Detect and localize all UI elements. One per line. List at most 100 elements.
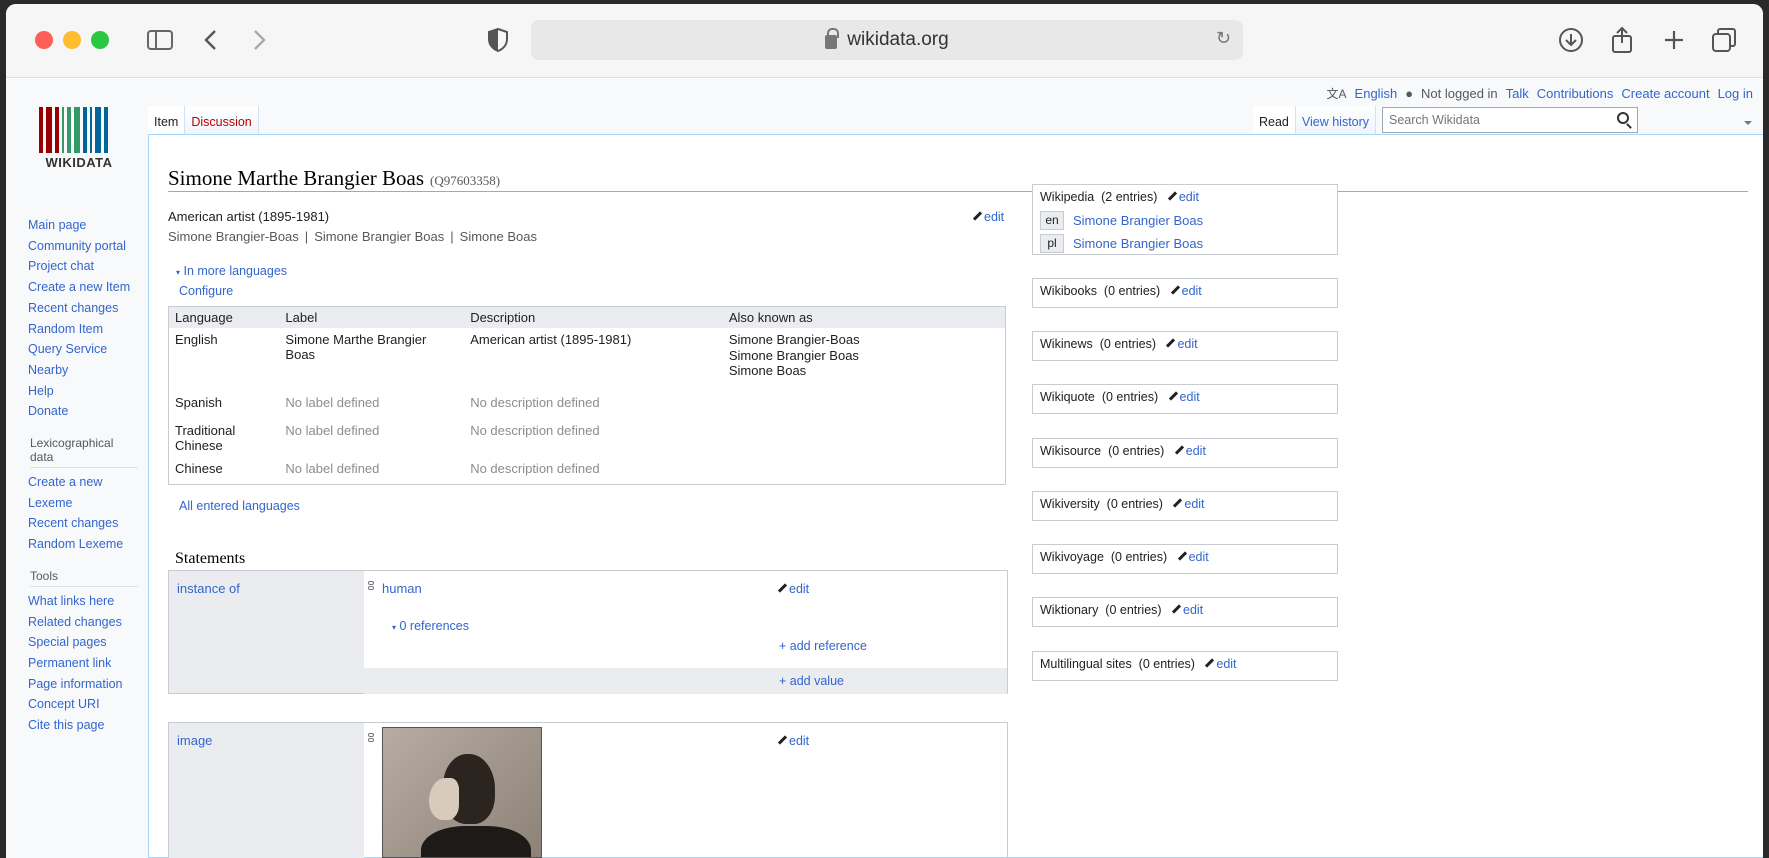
sidebar-tool-concept-uri[interactable]: Concept URI [28, 694, 138, 715]
sitelinks-header: Wikisource (0 entries) edit [1033, 439, 1337, 463]
sitelink-title-link[interactable]: Simone Brangier Boas [1073, 213, 1203, 228]
rank-selector-icon[interactable] [368, 733, 374, 747]
sitelink-title-link[interactable]: Simone Brangier Boas [1073, 236, 1203, 251]
wikidata-logo[interactable]: WIKIDATA [39, 107, 119, 170]
log-in-link[interactable]: Log in [1718, 86, 1753, 101]
edit-sitelinks-link[interactable]: edit [1189, 550, 1209, 564]
privacy-shield-icon[interactable] [482, 24, 514, 56]
tab-view-history[interactable]: View history [1294, 106, 1377, 134]
sidebar-item-help[interactable]: Help [28, 381, 138, 402]
sidebar-item-project-chat[interactable]: Project chat [28, 256, 138, 277]
sidebar-item-main-page[interactable]: Main page [28, 215, 138, 236]
references-toggle[interactable]: ▾ 0 references [392, 619, 469, 633]
cell-label: Simone Marthe Brangier Boas [285, 332, 427, 362]
sidebar-lexico-random-lexeme[interactable]: Random Lexeme [28, 534, 138, 555]
not-logged-in-text: Not logged in [1421, 86, 1498, 101]
value-human-link[interactable]: human [382, 581, 422, 596]
sidebar-tool-related-changes[interactable]: Related changes [28, 612, 138, 633]
sidebar-tool-page-information[interactable]: Page information [28, 674, 138, 695]
edit-statement-link[interactable]: edit [789, 582, 809, 596]
close-window-button[interactable] [35, 31, 53, 49]
in-more-languages-toggle[interactable]: ▾ In more languages [176, 264, 287, 278]
property-cell: instance of [169, 571, 364, 693]
sidebar-lexico-create-a-new-lexeme[interactable]: Create a new Lexeme [28, 472, 138, 513]
portrait-image[interactable] [382, 727, 542, 858]
property-image-link[interactable]: image [177, 733, 212, 748]
edit-sitelinks-link[interactable]: edit [1183, 603, 1203, 617]
edit-sitelinks-link[interactable]: edit [1184, 497, 1204, 511]
new-tab-icon[interactable] [1658, 24, 1690, 56]
pencil-icon [778, 736, 787, 745]
sidebar-toggle-icon[interactable] [144, 24, 176, 56]
search-icon[interactable] [1617, 112, 1629, 124]
forward-arrow-icon[interactable] [244, 24, 276, 56]
language-selector[interactable]: English [1355, 86, 1398, 101]
sidebar-item-nearby[interactable]: Nearby [28, 360, 138, 381]
edit-sitelinks-link[interactable]: edit [1180, 390, 1200, 404]
sitelink-row: en Simone Brangier Boas [1033, 209, 1337, 232]
edit-statement-button[interactable]: edit [778, 733, 809, 748]
column-header: Description [464, 306, 723, 328]
tab-item[interactable]: Item [148, 106, 185, 134]
cell-label: No label defined [285, 460, 380, 476]
sidebar-tool-permanent-link[interactable]: Permanent link [28, 653, 138, 674]
sidebar-item-community-portal[interactable]: Community portal [28, 236, 138, 257]
edit-termbox-button[interactable]: edit [973, 209, 1004, 224]
edit-sitelinks-link[interactable]: edit [1186, 444, 1206, 458]
tab-discussion[interactable]: Discussion [184, 106, 259, 134]
edit-sitelinks-link[interactable]: edit [1216, 657, 1236, 671]
tab-overview-icon[interactable] [1708, 24, 1740, 56]
statement-image: image edit [168, 722, 1008, 858]
share-icon[interactable] [1606, 24, 1638, 56]
contributions-link[interactable]: Contributions [1537, 86, 1614, 101]
sidebar-tool-what-links-here[interactable]: What links here [28, 591, 138, 612]
sitelink-language-code: pl [1040, 234, 1064, 253]
sidebar-item-query-service[interactable]: Query Service [28, 339, 138, 360]
edit-termbox-link[interactable]: edit [984, 210, 1004, 224]
sitelinks-group-name: Multilingual sites [1040, 657, 1132, 671]
create-account-link[interactable]: Create account [1621, 86, 1709, 101]
sidebar-tool-cite-this-page[interactable]: Cite this page [28, 715, 138, 736]
chevron-down-icon[interactable] [1744, 121, 1752, 125]
sidebar-tool-special-pages[interactable]: Special pages [28, 632, 138, 653]
add-value-link[interactable]: + add value [779, 674, 844, 688]
sidebar-item-recent-changes[interactable]: Recent changes [28, 298, 138, 319]
references-link[interactable]: 0 references [400, 619, 469, 633]
back-arrow-icon[interactable] [194, 24, 226, 56]
sitelinks-group-name: Wiktionary [1040, 603, 1099, 617]
edit-sitelinks-link[interactable]: edit [1177, 337, 1197, 351]
edit-statement-link[interactable]: edit [789, 734, 809, 748]
edit-sitelinks-link[interactable]: edit [1182, 284, 1202, 298]
alias-item: Simone Brangier-Boas [168, 229, 299, 244]
toggle-arrow-icon: ▾ [176, 268, 181, 277]
table-row: Spanish No label defined No description de… [169, 391, 1006, 419]
search-placeholder: Search Wikidata [1389, 113, 1481, 127]
sidebar-lexico-recent-changes[interactable]: Recent changes [28, 513, 138, 534]
talk-link[interactable]: Talk [1506, 86, 1529, 101]
reload-icon[interactable]: ↻ [1216, 28, 1231, 49]
sidebar-item-random-item[interactable]: Random Item [28, 319, 138, 340]
in-more-languages-link[interactable]: In more languages [184, 264, 288, 278]
minimize-window-button[interactable] [63, 31, 81, 49]
search-input[interactable]: Search Wikidata [1382, 107, 1638, 133]
cell-label: No label defined [285, 422, 380, 438]
edit-sitelinks-link[interactable]: edit [1179, 190, 1199, 204]
all-entered-languages-link[interactable]: All entered languages [179, 499, 300, 513]
sidebar-item-create-a-new-item[interactable]: Create a new Item [28, 277, 138, 298]
address-bar[interactable]: wikidata.org ↻ [531, 20, 1243, 60]
zoom-window-button[interactable] [91, 31, 109, 49]
configure-link[interactable]: Configure [179, 284, 233, 298]
edit-statement-button[interactable]: edit [778, 581, 809, 596]
sitelinks-group-name: Wikinews [1040, 337, 1093, 351]
sitelinks-count: (0 entries) [1108, 444, 1165, 458]
add-reference-link[interactable]: + add reference [779, 639, 867, 653]
property-instance-of-link[interactable]: instance of [177, 581, 240, 596]
download-icon[interactable] [1555, 24, 1587, 56]
pencil-icon [1171, 286, 1180, 295]
tab-read[interactable]: Read [1253, 106, 1295, 134]
cell-aliases [723, 419, 1006, 457]
sidebar-item-donate[interactable]: Donate [28, 401, 138, 422]
sitelinks-wiktionary: Wiktionary (0 entries) edit [1032, 597, 1338, 627]
rank-selector-icon[interactable] [368, 581, 374, 595]
property-cell: image [169, 723, 364, 858]
